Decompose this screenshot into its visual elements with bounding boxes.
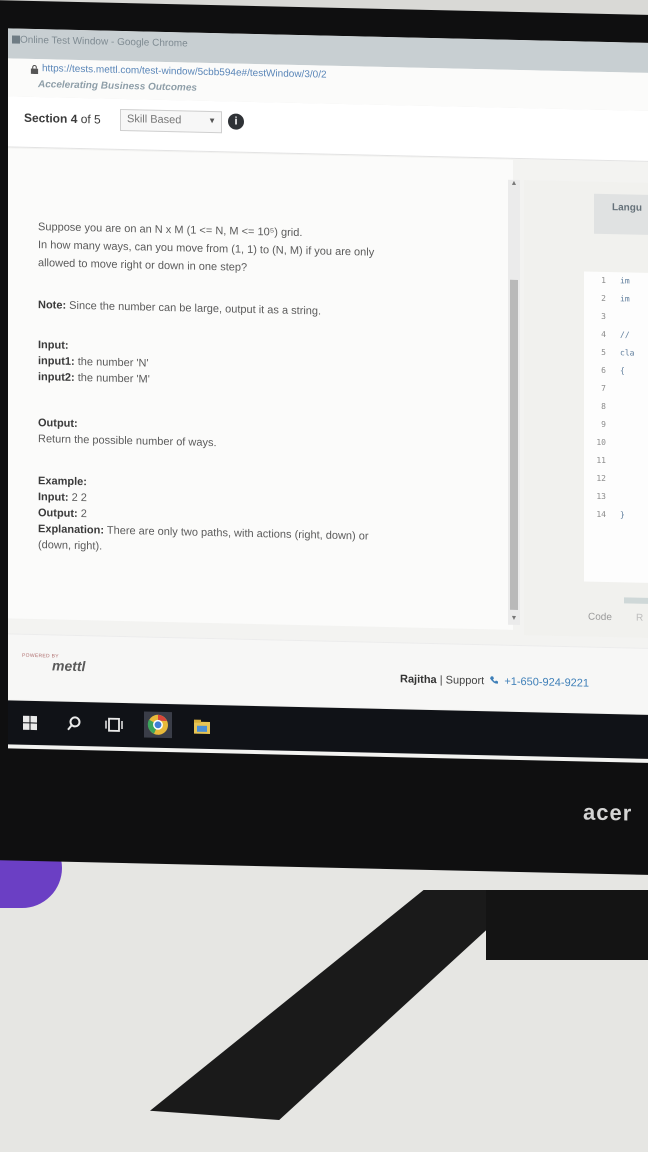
section-indicator: Section 4 of 5 [24, 111, 101, 127]
user-name: Rajitha [400, 673, 437, 687]
window-title: Online Test Window - Google Chrome [20, 34, 188, 50]
scroll-down-arrow-icon[interactable]: ▼ [508, 615, 520, 625]
tab-result[interactable]: R [636, 613, 643, 624]
example-heading: Example: [38, 475, 87, 489]
line-number: 13 [596, 491, 606, 501]
chrome-icon[interactable] [144, 711, 172, 739]
acer-logo: acer [583, 799, 633, 826]
monitor: Online Test Window - Google Chrome https… [0, 0, 648, 876]
note: Note: Since the number can be large, out… [38, 299, 321, 317]
line-number: 11 [596, 455, 606, 465]
line-number: 9 [601, 419, 606, 429]
language-selector[interactable]: Langu [594, 193, 648, 236]
task-view-icon[interactable] [104, 715, 124, 735]
example-input-value: 2 2 [71, 491, 87, 505]
note-label: Note: [38, 299, 67, 312]
explanation-line-2: (down, right). [38, 539, 103, 553]
input2-row: input2: the number 'M' [38, 371, 150, 386]
line-number: 10 [596, 437, 606, 447]
section-total: of 5 [80, 112, 101, 127]
lock-icon [30, 64, 39, 75]
line-number: 1 [601, 275, 606, 285]
section-prefix: Section [24, 110, 68, 126]
windows-start-icon[interactable] [20, 713, 40, 733]
output-heading: Output: [38, 417, 78, 430]
line-number: 12 [596, 473, 606, 483]
line-number: 6 [601, 365, 606, 375]
tagline: Accelerating Business Outcomes [38, 79, 197, 94]
output-text: Return the possible number of ways. [38, 433, 217, 450]
line-number: 7 [601, 383, 606, 393]
code-editor-panel: Langu 1 2 3 4 5 6 7 8 9 10 11 12 13 14 i… [524, 180, 648, 639]
phone-icon [490, 676, 499, 684]
monitor-screen: Online Test Window - Google Chrome https… [8, 28, 648, 763]
question-line-3: allowed to move right or down in one ste… [38, 257, 248, 274]
scroll-thumb[interactable] [510, 279, 518, 610]
separator: | [439, 674, 443, 687]
photo-scene: Online Test Window - Google Chrome https… [0, 0, 648, 1152]
example-output: Output: 2 [38, 507, 87, 520]
code-line: { [620, 366, 625, 376]
example-output-label: Output: [38, 507, 78, 520]
input1-row: input1: the number 'N' [38, 355, 149, 370]
support-link[interactable]: Support [446, 674, 485, 687]
editor-status-bar [624, 597, 648, 605]
input1-label: input1: [38, 355, 75, 368]
tab-code[interactable]: Code [588, 612, 612, 624]
line-number: 3 [601, 311, 606, 321]
line-number: 5 [601, 347, 606, 357]
url-text[interactable]: https://tests.mettl.com/test-window/5cbb… [42, 63, 327, 80]
question-line-2: In how many ways, can you move from (1, … [38, 239, 375, 259]
note-text: Since the number can be large, output it… [69, 299, 322, 318]
input-heading: Input: [38, 339, 69, 352]
input2-label: input2: [38, 371, 75, 384]
support-info: Rajitha | Support +1-650-924-9221 [400, 673, 589, 689]
section-dropdown[interactable]: Skill Based ▼ [120, 108, 222, 134]
line-number: 4 [601, 329, 606, 339]
info-icon[interactable]: i [228, 113, 244, 130]
explanation-line-1: There are only two paths, with actions (… [106, 524, 369, 543]
example-input-label: Input: [38, 491, 69, 504]
section-dropdown-value: Skill Based [127, 113, 182, 127]
code-line: im [620, 276, 630, 286]
section-current: 4 [70, 111, 78, 126]
code-line: cla [620, 348, 635, 358]
question-scrollbar[interactable]: ▲ ▼ [508, 179, 520, 626]
line-number: 8 [601, 401, 606, 411]
explanation-label: Explanation: [38, 523, 105, 537]
search-icon[interactable] [64, 714, 84, 734]
example-output-value: 2 [80, 508, 87, 521]
code-line: // [620, 330, 630, 340]
mettl-logo: mettl [52, 657, 86, 675]
language-label: Langu [612, 202, 642, 214]
monitor-stand-foot [486, 890, 648, 960]
question-panel: Suppose you are on an N x M (1 <= N, M <… [8, 148, 513, 630]
app-icon [12, 35, 20, 44]
file-explorer-icon[interactable] [192, 717, 212, 737]
input2-text: the number 'M' [77, 371, 150, 386]
scroll-up-arrow-icon[interactable]: ▲ [508, 180, 520, 190]
code-line: im [620, 294, 630, 304]
chevron-down-icon: ▼ [208, 115, 216, 126]
code-line: } [620, 510, 625, 520]
line-number: 2 [601, 293, 606, 303]
support-phone[interactable]: +1-650-924-9221 [504, 676, 589, 690]
question-line-1: Suppose you are on an N x M (1 <= N, M <… [38, 221, 303, 240]
example-input: Input: 2 2 [38, 491, 87, 504]
line-number: 14 [596, 509, 606, 519]
input1-text: the number 'N' [77, 355, 149, 370]
